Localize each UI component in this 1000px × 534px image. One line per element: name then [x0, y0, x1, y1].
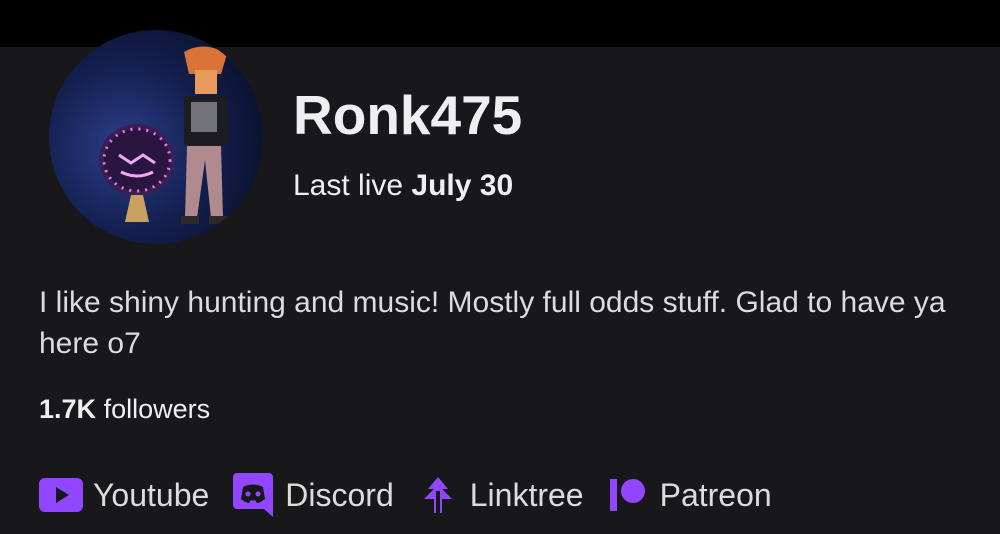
patreon-icon: [606, 473, 650, 517]
last-live-date: July 30: [411, 169, 514, 202]
last-live-status: Last live July 30: [293, 168, 513, 204]
avatar[interactable]: [49, 30, 263, 244]
linktree-icon: [416, 473, 460, 517]
social-links: Youtube Discord Linktree Patreon: [39, 470, 794, 520]
discord-icon: [231, 473, 275, 517]
youtube-link[interactable]: Youtube: [39, 473, 209, 517]
youtube-icon: [39, 473, 83, 517]
channel-name: Ronk475: [293, 84, 523, 146]
followers-count: 1.7K followers: [39, 392, 210, 426]
followers-number: 1.7K: [39, 394, 97, 424]
discord-link[interactable]: Discord: [231, 473, 394, 517]
youtube-label: Youtube: [93, 476, 210, 513]
avatar-illustration: [99, 46, 228, 224]
linktree-label: Linktree: [469, 476, 584, 513]
last-live-label: Last live: [293, 169, 404, 202]
discord-label: Discord: [285, 476, 394, 513]
patreon-link[interactable]: Patreon: [606, 473, 772, 517]
followers-label: followers: [103, 394, 211, 424]
channel-bio: I like shiny hunting and music! Mostly f…: [39, 286, 946, 360]
linktree-link[interactable]: Linktree: [416, 473, 584, 517]
patreon-label: Patreon: [659, 476, 772, 513]
